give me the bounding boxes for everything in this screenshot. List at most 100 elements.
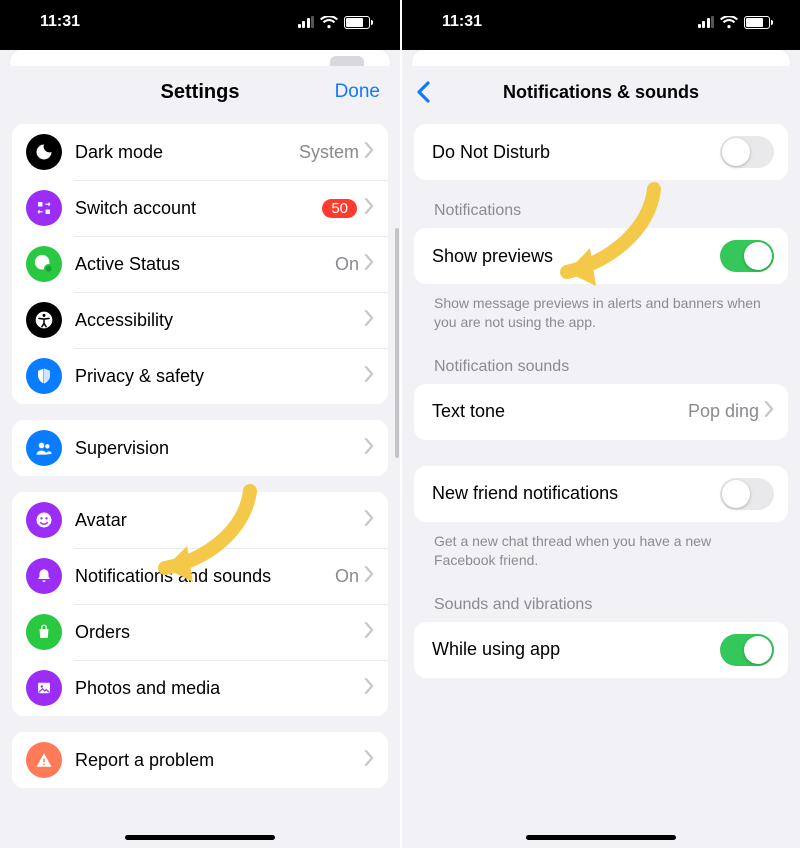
settings-group-2: Supervision [12, 420, 388, 476]
row-label: Supervision [75, 438, 365, 459]
phone-right-notifications: 11:31 Notifications & sounds Do Not Dist… [400, 0, 800, 848]
accessibility-icon [26, 302, 62, 338]
row-orders[interactable]: Orders [12, 604, 388, 660]
status-bar: 11:31 [402, 0, 800, 50]
row-label: Orders [75, 622, 365, 643]
row-switch-account[interactable]: Switch account 50 [12, 180, 388, 236]
chevron-right-icon [365, 622, 374, 643]
notifications-content: Do Not Disturb Notifications Show previe… [402, 118, 800, 848]
row-value: System [299, 142, 359, 163]
scrollbar[interactable] [395, 228, 399, 458]
footer-new-friend: Get a new chat thread when you have a ne… [414, 522, 788, 574]
toggle-show-previews[interactable] [720, 240, 774, 272]
moon-icon [26, 134, 62, 170]
row-label: Photos and media [75, 678, 365, 699]
wifi-icon [320, 16, 338, 29]
row-text-tone[interactable]: Text tone Pop ding [414, 384, 788, 440]
row-label: While using app [432, 639, 720, 660]
section-header-notifications: Notifications [414, 180, 788, 228]
group-text-tone: Text tone Pop ding [414, 384, 788, 440]
chevron-right-icon [365, 510, 374, 531]
row-label: Dark mode [75, 142, 299, 163]
chevron-right-icon [365, 366, 374, 387]
chevron-right-icon [765, 401, 774, 422]
toggle-new-friend[interactable] [720, 478, 774, 510]
cellular-icon [698, 16, 715, 28]
row-label: Switch account [75, 198, 322, 219]
row-label: Text tone [432, 401, 688, 422]
group-show-previews: Show previews [414, 228, 788, 284]
row-value: Pop ding [688, 401, 759, 422]
section-header-sounds: Notification sounds [414, 336, 788, 384]
status-icons [698, 16, 771, 29]
row-value: On [335, 254, 359, 275]
home-indicator[interactable] [526, 835, 676, 840]
group-while-using: While using app [414, 622, 788, 678]
status-time: 11:31 [40, 13, 80, 31]
row-label: Report a problem [75, 750, 365, 771]
avatar-icon [26, 502, 62, 538]
wifi-icon [720, 16, 738, 29]
section-header-vibrations: Sounds and vibrations [414, 574, 788, 622]
row-photos-media[interactable]: Photos and media [12, 660, 388, 716]
chevron-right-icon [365, 750, 374, 771]
toggle-dnd[interactable] [720, 136, 774, 168]
settings-group-4: Report a problem [12, 732, 388, 788]
phone-left-settings: 11:31 Settings Done Dark mode S [0, 0, 400, 848]
row-avatar[interactable]: Avatar [12, 492, 388, 548]
notifications-sheet: Notifications & sounds Do Not Disturb No… [402, 66, 800, 848]
row-label: Show previews [432, 246, 720, 267]
status-time: 11:31 [442, 13, 482, 31]
chevron-right-icon [365, 678, 374, 699]
group-dnd: Do Not Disturb [414, 124, 788, 180]
chevron-right-icon [365, 438, 374, 459]
group-new-friend: New friend notifications [414, 466, 788, 522]
row-dnd[interactable]: Do Not Disturb [414, 124, 788, 180]
cellular-icon [298, 16, 315, 28]
page-title: Settings [161, 81, 240, 104]
chevron-right-icon [365, 198, 374, 219]
row-value: On [335, 566, 359, 587]
status-icons [298, 16, 371, 29]
row-label: Privacy & safety [75, 366, 365, 387]
navbar: Notifications & sounds [402, 66, 800, 118]
chevron-right-icon [365, 254, 374, 275]
chevron-right-icon [365, 142, 374, 163]
row-while-using[interactable]: While using app [414, 622, 788, 678]
back-button[interactable] [416, 66, 431, 118]
settings-content: Dark mode System Switch account 50 [0, 118, 400, 848]
navbar: Settings Done [0, 66, 400, 118]
row-report-problem[interactable]: Report a problem [12, 732, 388, 788]
row-dark-mode[interactable]: Dark mode System [12, 124, 388, 180]
people-icon [26, 430, 62, 466]
bell-icon [26, 558, 62, 594]
row-label: Avatar [75, 510, 365, 531]
warning-icon [26, 742, 62, 778]
row-label: Notifications and sounds [75, 566, 335, 587]
photo-icon [26, 670, 62, 706]
row-active-status[interactable]: Active Status On [12, 236, 388, 292]
settings-group-3: Avatar Notifications and sounds On Order… [12, 492, 388, 716]
settings-group-1: Dark mode System Switch account 50 [12, 124, 388, 404]
row-notifications-sounds[interactable]: Notifications and sounds On [12, 548, 388, 604]
toggle-while-using[interactable] [720, 634, 774, 666]
done-button[interactable]: Done [335, 66, 380, 118]
settings-sheet: Settings Done Dark mode System [0, 66, 400, 848]
row-new-friend[interactable]: New friend notifications [414, 466, 788, 522]
row-label: Accessibility [75, 310, 365, 331]
row-label: Do Not Disturb [432, 142, 720, 163]
badge-count: 50 [322, 199, 357, 218]
row-privacy-safety[interactable]: Privacy & safety [12, 348, 388, 404]
chevron-right-icon [365, 310, 374, 331]
row-label: New friend notifications [432, 483, 720, 504]
bag-icon [26, 614, 62, 650]
row-accessibility[interactable]: Accessibility [12, 292, 388, 348]
battery-icon [744, 16, 770, 29]
chevron-right-icon [365, 566, 374, 587]
shield-icon [26, 358, 62, 394]
switch-account-icon [26, 190, 62, 226]
row-show-previews[interactable]: Show previews [414, 228, 788, 284]
page-title: Notifications & sounds [503, 82, 699, 103]
home-indicator[interactable] [125, 835, 275, 840]
row-supervision[interactable]: Supervision [12, 420, 388, 476]
